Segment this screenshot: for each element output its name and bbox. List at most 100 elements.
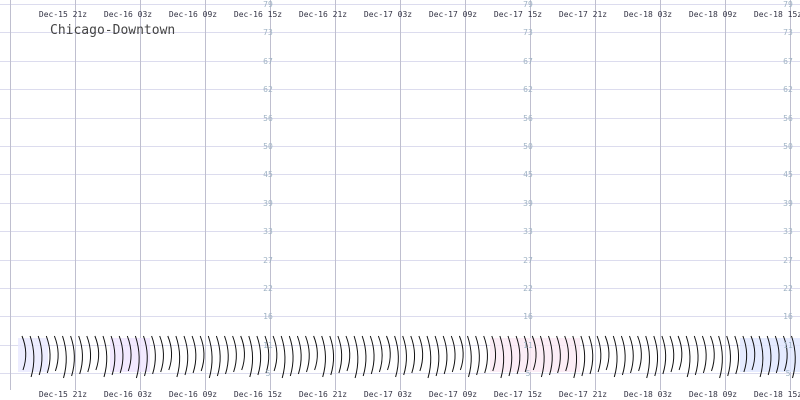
y-tick-label: 56 <box>783 114 793 123</box>
x-tick-label-top: Dec-16 03z <box>104 10 152 19</box>
wind-barb <box>62 335 67 379</box>
x-tick-label-top: Dec-16 21z <box>299 10 347 19</box>
y-tick-label: 27 <box>783 256 793 265</box>
y-tick-label: 11 <box>523 341 533 350</box>
y-tick-label: 45 <box>523 170 533 179</box>
wind-barb <box>620 335 626 376</box>
wind-barb <box>288 335 294 377</box>
y-tick-label: 16 <box>523 312 533 321</box>
wind-barb <box>475 335 480 376</box>
y-tick-label: 79 <box>783 0 793 9</box>
wind-barb <box>442 335 448 375</box>
y-tick-label: 50 <box>783 142 793 151</box>
y-tick-label: 67 <box>263 57 273 66</box>
x-tick-label-top: Dec-17 15z <box>494 10 542 19</box>
vertical-gridlines <box>10 0 791 390</box>
wind-barb <box>458 335 464 371</box>
x-tick-label-bottom: Dec-17 03z <box>364 390 412 399</box>
y-tick-label: 73 <box>523 28 533 37</box>
y-tick-label: 22 <box>523 284 533 293</box>
x-tick-label-bottom: Dec-18 15z <box>754 390 800 399</box>
x-tick-label-bottom: Dec-17 15z <box>494 390 542 399</box>
y-tick-label: 5 <box>266 369 271 378</box>
wind-barb <box>305 335 310 373</box>
wind-barb <box>588 335 594 375</box>
y-tick-label: 45 <box>263 170 273 179</box>
x-tick-label-bottom: Dec-15 21z <box>39 390 87 399</box>
wind-barb <box>596 335 602 373</box>
wind-barb <box>483 335 488 374</box>
wind-barb <box>418 335 424 372</box>
wind-barb <box>410 335 416 374</box>
y-tick-label: 50 <box>523 142 533 151</box>
y-axis-labels: 79 73 67 62 56 50 45 39 33 27 22 16 11 5 79 73 67 62 56 50 4… <box>263 0 793 378</box>
y-tick-label: 33 <box>783 227 793 236</box>
wind-barb <box>612 335 618 378</box>
wind-barb <box>86 335 92 373</box>
y-tick-label: 39 <box>783 199 793 208</box>
wind-barb <box>450 335 456 373</box>
y-tick-label: 16 <box>263 312 273 321</box>
x-tick-label-bottom: Dec-17 09z <box>429 390 477 399</box>
y-tick-label: 5 <box>786 369 791 378</box>
wind-barb <box>224 335 229 375</box>
x-tick-label-top: Dec-16 15z <box>234 10 282 19</box>
wind-barb <box>159 335 164 373</box>
wind-barb <box>604 335 610 371</box>
wind-barb <box>215 335 221 377</box>
wind-barb <box>199 335 205 372</box>
wind-barb <box>256 335 262 376</box>
x-tick-label-top: Dec-18 03z <box>624 10 672 19</box>
x-tick-label-bottom: Dec-16 03z <box>104 390 152 399</box>
y-tick-label: 27 <box>523 256 533 265</box>
wind-barb <box>580 335 586 377</box>
y-tick-label: 22 <box>783 284 793 293</box>
x-tick-label-bottom: Dec-16 15z <box>234 390 282 399</box>
wind-barb <box>710 335 715 372</box>
wind-barb <box>272 335 278 372</box>
y-tick-label: 39 <box>523 199 533 208</box>
x-tick-label-bottom: Dec-18 09z <box>689 390 737 399</box>
x-tick-label-bottom: Dec-16 09z <box>169 390 217 399</box>
wind-barb <box>296 335 302 375</box>
y-tick-label: 33 <box>523 227 533 236</box>
wind-barb <box>345 335 351 372</box>
wind-barb <box>102 335 108 378</box>
wind-barb <box>394 335 399 378</box>
wind-barb <box>191 335 197 374</box>
y-tick-label: 39 <box>263 199 273 208</box>
chart-svg: 79 73 67 62 56 50 45 39 33 27 22 16 11 5 79 73 67 62 56 50 4… <box>0 0 800 399</box>
wind-barb <box>726 335 731 377</box>
y-tick-label: 67 <box>783 57 793 66</box>
wind-barb <box>353 335 359 379</box>
x-tick-label-top: Dec-18 09z <box>689 10 737 19</box>
y-tick-label: 62 <box>523 85 533 94</box>
wind-barb <box>693 335 699 376</box>
wind-barb <box>661 335 667 375</box>
wind-barb <box>685 335 691 378</box>
y-tick-label: 50 <box>263 142 273 151</box>
wind-barb <box>78 335 83 375</box>
wind-barb <box>248 335 254 378</box>
x-tick-label-top: Dec-15 21z <box>39 10 87 19</box>
y-tick-label: 27 <box>263 256 273 265</box>
wind-barb <box>337 335 343 374</box>
x-tick-label-top: Dec-18 15z <box>754 10 800 19</box>
y-tick-label: 67 <box>523 57 533 66</box>
wind-barb <box>321 335 326 378</box>
y-tick-label: 5 <box>526 369 531 378</box>
wind-barb <box>637 335 642 372</box>
y-tick-label: 62 <box>783 85 793 94</box>
y-tick-label: 16 <box>783 312 793 321</box>
wind-barb <box>94 335 100 371</box>
y-tick-label: 62 <box>263 85 273 94</box>
wind-barb <box>645 335 650 379</box>
x-tick-label-top: Dec-17 09z <box>429 10 477 19</box>
y-tick-label: 45 <box>783 170 793 179</box>
wind-barb <box>718 335 723 379</box>
wind-barb <box>53 335 59 372</box>
x-tick-label-bottom: Dec-17 21z <box>559 390 607 399</box>
wind-barb <box>207 335 213 379</box>
y-tick-label: 11 <box>263 341 273 350</box>
x-tick-label-top: Dec-17 21z <box>559 10 607 19</box>
